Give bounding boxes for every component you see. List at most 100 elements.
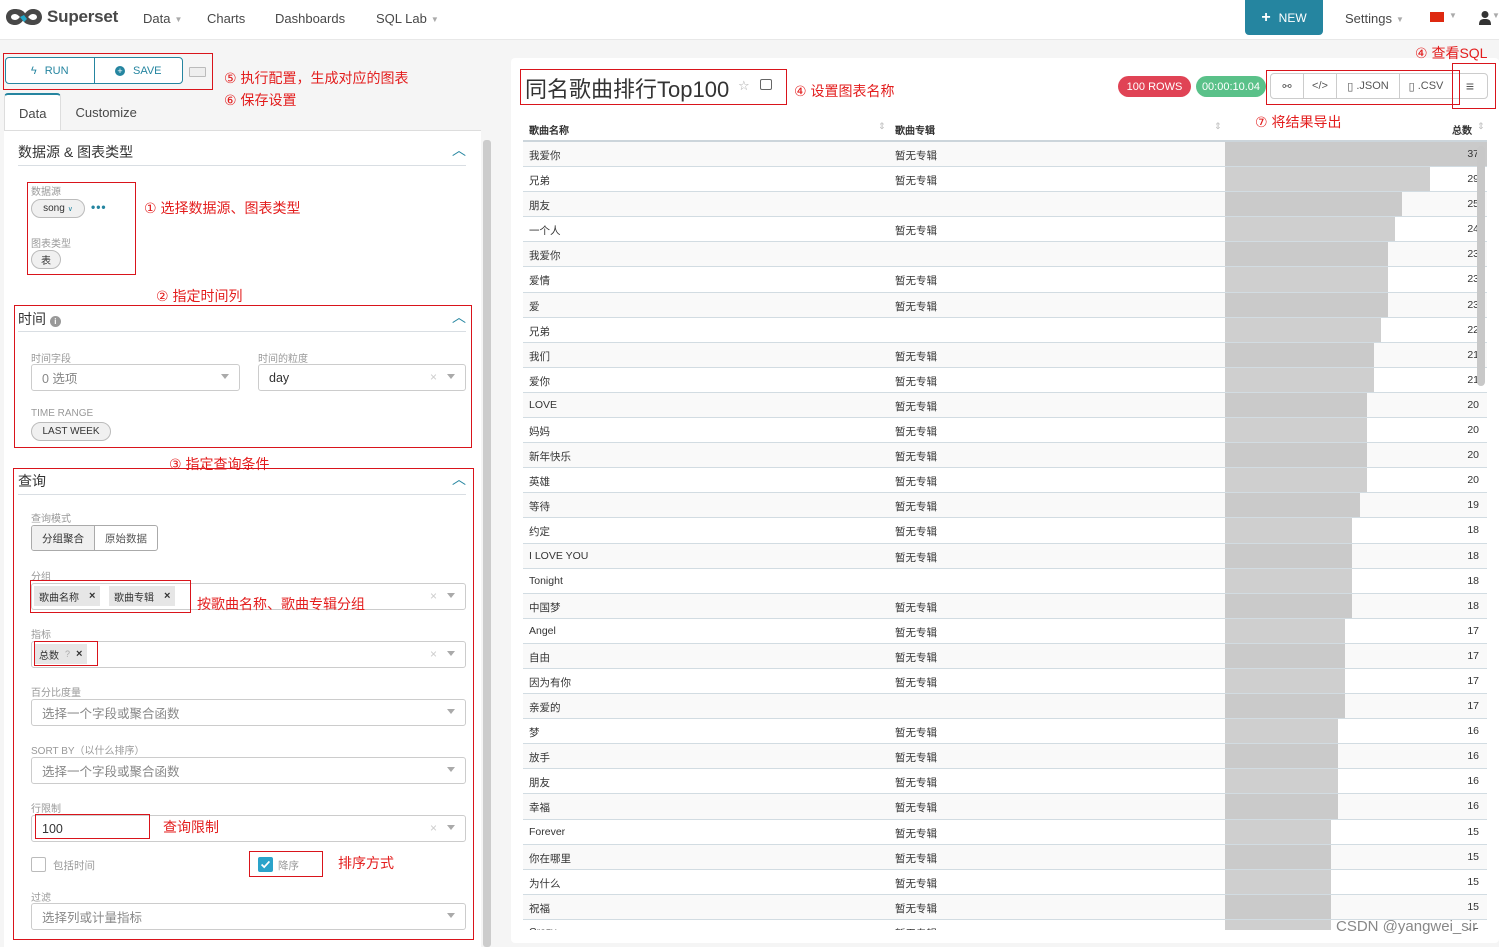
cell-count-bar <box>1225 342 1374 367</box>
cell-count-bar <box>1225 217 1395 242</box>
table-row: 爱暂无专辑 23 <box>523 292 1487 318</box>
cell-count-bar <box>1225 317 1381 342</box>
sort-icon[interactable]: ⇕ <box>878 121 886 132</box>
annotation-time: ② 指定时间列 <box>156 288 243 304</box>
cell-count: 20 <box>1467 424 1479 437</box>
cell-count-bar <box>1225 894 1332 919</box>
tab-customize[interactable]: Customize <box>61 93 150 131</box>
settings-menu[interactable]: Settings ▼ <box>1345 11 1404 26</box>
cell-count-bar <box>1225 819 1332 844</box>
brand-name: Superset <box>47 7 119 26</box>
table-row: 中国梦 暂无专辑 18 <box>523 593 1487 619</box>
nav-dashboards[interactable]: Dashboards <box>275 11 345 26</box>
nav-data-menu[interactable]: Data ▼ <box>143 11 182 26</box>
chevron-up-icon[interactable]: ︿ <box>452 140 466 158</box>
cell-count: 20 <box>1467 398 1479 411</box>
new-button[interactable]: + NEW <box>1245 0 1323 35</box>
cell-song-name: 爱你 <box>529 375 550 388</box>
cell-count: 20 <box>1467 449 1479 462</box>
plus-icon: + <box>1261 8 1271 26</box>
table-row: 为什么 暂无专辑 15 <box>523 869 1487 895</box>
cell-count-bar <box>1225 593 1353 618</box>
divider <box>18 165 466 166</box>
cell-album: 暂无专辑 <box>895 375 937 388</box>
cell-count: 18 <box>1467 524 1479 537</box>
cell-count-bar <box>1225 392 1367 418</box>
table-row: 我爱你 暂无专辑 37 <box>523 142 1487 168</box>
superset-logo-icon <box>6 9 42 25</box>
caret-down-icon: ▼ <box>1492 11 1499 20</box>
table-row: 英雄 暂无专辑 20 <box>523 468 1487 494</box>
annotation-box-groupby <box>30 580 191 613</box>
annotation-row-limit: 查询限制 <box>163 819 219 835</box>
sort-icon[interactable]: ⇕ <box>1214 121 1222 132</box>
cell-album: 暂无专辑 <box>895 676 937 689</box>
row-count-badge: 100 ROWS <box>1118 76 1191 97</box>
tab-data[interactable]: Data <box>4 93 62 131</box>
annotation-box-descending <box>249 851 323 877</box>
cell-album: 暂无专辑 <box>895 727 937 740</box>
cell-album: 暂无专辑 <box>895 526 937 539</box>
cell-album: 暂无专辑 <box>895 426 937 439</box>
cell-count-bar <box>1225 167 1431 192</box>
table-row: 自由 暂无专辑 17 <box>523 643 1487 669</box>
nav-charts-label: Charts <box>207 11 246 26</box>
cell-song-name: 约定 <box>529 526 550 539</box>
nav-dashboards-label: Dashboards <box>275 11 346 26</box>
cell-count-bar <box>1225 568 1353 593</box>
table-scrollbar[interactable] <box>1477 146 1485 386</box>
cell-song-name: 爱 <box>529 300 540 313</box>
table-row: 祝福 暂无专辑 15 <box>523 894 1487 920</box>
control-tabs: Data Customize <box>4 93 151 131</box>
cell-count-bar <box>1225 543 1353 568</box>
sort-icon[interactable]: ⇕ <box>1477 121 1485 132</box>
cell-count-bar <box>1225 744 1339 769</box>
cell-count: 19 <box>1467 499 1479 512</box>
settings-label: Settings <box>1345 11 1392 26</box>
caret-down-icon: ▼ <box>174 15 183 25</box>
cell-song-name: I LOVE YOU <box>529 549 589 562</box>
table-row: 朋友 25 <box>523 192 1487 218</box>
cell-count-bar <box>1225 844 1332 869</box>
cell-count: 16 <box>1467 725 1479 738</box>
nav-sql-lab-label: SQL Lab <box>376 11 427 26</box>
cell-album: 暂无专辑 <box>895 501 937 514</box>
table-row: 幸福 暂无专辑 16 <box>523 794 1487 820</box>
user-icon[interactable] <box>1478 10 1492 26</box>
nav-sql-lab-menu[interactable]: SQL Lab ▼ <box>376 11 439 26</box>
table-row: 新年快乐 暂无专辑 20 <box>523 443 1487 469</box>
cell-count: 17 <box>1467 624 1479 637</box>
cell-album: 暂无专辑 <box>895 451 937 464</box>
cell-song-name: 中国梦 <box>529 601 561 614</box>
cell-song-name: 为什么 <box>529 877 561 890</box>
cell-song-name: 自由 <box>529 651 550 664</box>
superset-logo[interactable]: Superset <box>5 6 118 28</box>
table-row: 等待 暂无专辑 19 <box>523 493 1487 519</box>
cell-count-bar <box>1225 694 1346 719</box>
table-row: 因为有你 暂无专辑 17 <box>523 668 1487 695</box>
annotation-datasource: ① 选择数据源、图表类型 <box>144 200 301 216</box>
table-row: 爱你 暂无专辑 21 <box>523 367 1487 393</box>
annotation-title: ④ 设置图表名称 <box>794 83 895 99</box>
column-header-count[interactable]: 总数 <box>1452 122 1472 137</box>
cell-count: 17 <box>1467 700 1479 713</box>
top-navbar: Superset Data ▼ Charts Dashboards SQL Lab… <box>0 0 1499 40</box>
column-header-song-name[interactable]: 歌曲名称 <box>529 122 569 137</box>
cell-count-bar <box>1225 919 1332 930</box>
cell-song-name: 兄弟 <box>529 175 550 188</box>
cell-song-name: 英雄 <box>529 476 550 489</box>
cell-song-name: 因为有你 <box>529 676 571 689</box>
control-panel-scrollbar[interactable] <box>483 140 491 947</box>
cell-song-name: 放手 <box>529 752 550 765</box>
cell-song-name: 等待 <box>529 501 550 514</box>
datasource-section-title[interactable]: 数据源 & 图表类型 <box>18 142 133 162</box>
cell-count: 16 <box>1467 800 1479 813</box>
cell-count-bar <box>1225 443 1367 468</box>
table-row: 妈妈 暂无专辑 20 <box>523 418 1487 444</box>
nav-charts[interactable]: Charts <box>207 11 245 26</box>
annotation-export: ⑦ 将结果导出 <box>1255 114 1342 130</box>
table-row: 我们 暂无专辑 21 <box>523 342 1487 368</box>
cell-album: 暂无专辑 <box>895 626 937 639</box>
column-header-album[interactable]: 歌曲专辑 <box>895 122 935 137</box>
cn-flag-icon[interactable] <box>1430 12 1444 22</box>
